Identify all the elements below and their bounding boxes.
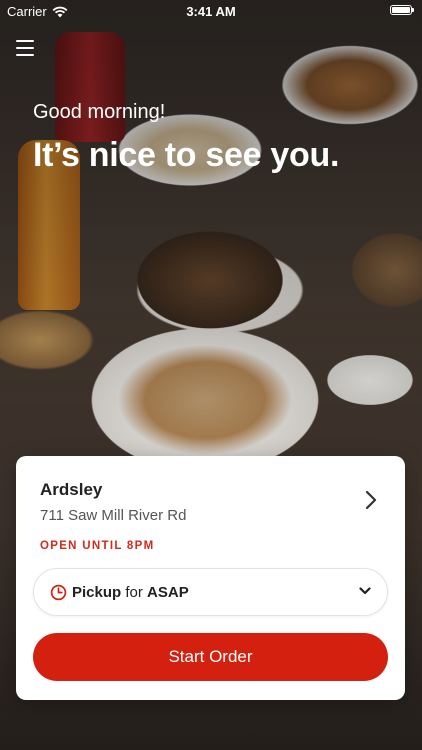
hamburger-menu-icon[interactable] — [16, 40, 34, 56]
greeting-text: Good morning! — [33, 101, 166, 123]
status-time: 3:41 AM — [186, 4, 236, 19]
clock-icon — [50, 584, 67, 600]
chevron-right-icon — [365, 490, 377, 510]
headline-text: It’s nice to see you. — [33, 136, 340, 174]
chevron-down-icon — [359, 587, 371, 595]
location-selector[interactable]: Ardsley 711 Saw Mill River Rd — [40, 480, 391, 526]
location-card: Ardsley 711 Saw Mill River Rd OPEN UNTIL… — [16, 456, 405, 700]
battery-icon — [390, 5, 414, 15]
start-order-button[interactable]: Start Order — [33, 633, 388, 681]
location-name: Ardsley — [40, 480, 103, 499]
status-bar: Carrier 3:41 AM — [0, 0, 422, 22]
hours-status: OPEN UNTIL 8PM — [40, 540, 155, 552]
order-connector: for — [125, 583, 143, 601]
order-mode: Pickup — [72, 583, 122, 601]
order-time: ASAP — [147, 583, 189, 601]
order-type-selector[interactable]: Pickup for ASAP — [33, 568, 388, 616]
order-type-label: Pickup for ASAP — [72, 584, 189, 601]
location-address: 711 Saw Mill River Rd — [40, 507, 187, 524]
